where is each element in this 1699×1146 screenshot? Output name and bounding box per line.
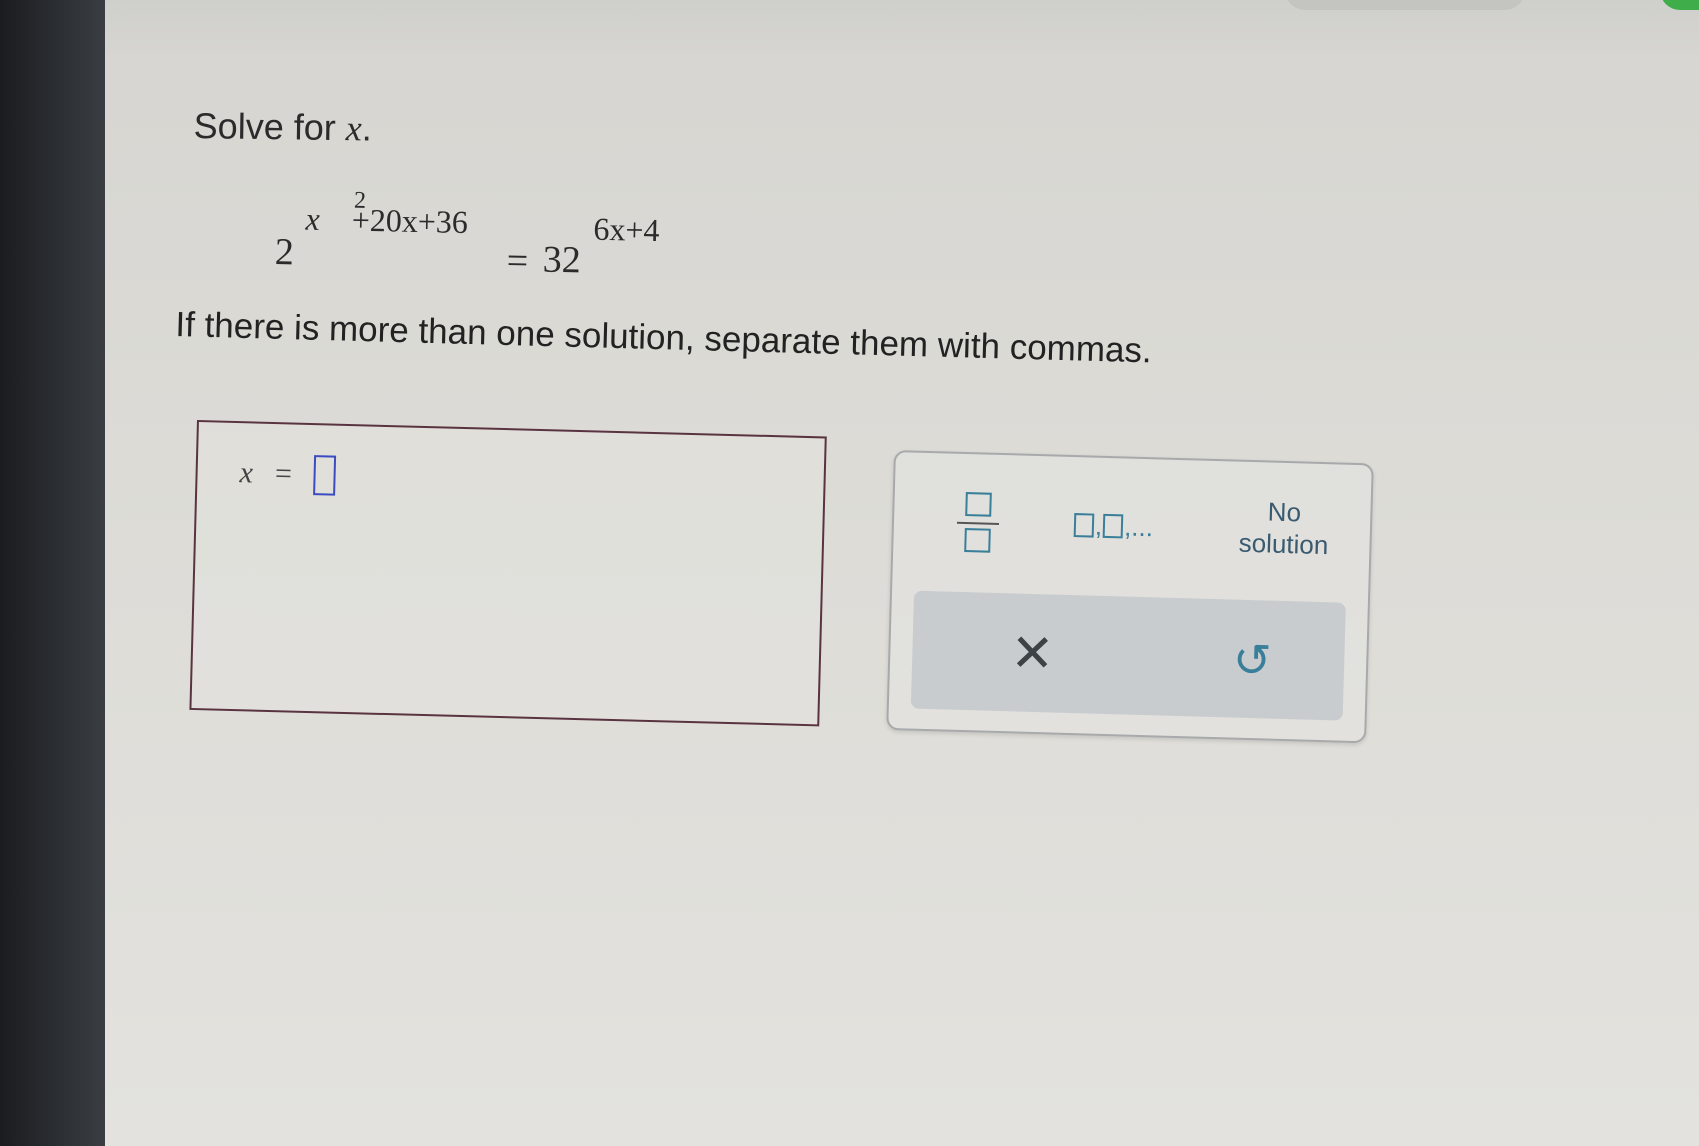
equation: 2 x 2 +20x+36 = 32 6x+4 [274, 188, 696, 299]
answer-line: x = [239, 453, 337, 496]
fraction-button[interactable] [953, 492, 1005, 573]
top-bar [105, 0, 1699, 55]
clear-button[interactable]: ✕ [991, 613, 1073, 695]
prompt-period: . [361, 107, 373, 149]
equation-left-exponent-rest: +20x+36 [351, 201, 469, 241]
fraction-bar-icon [956, 521, 1000, 525]
list-box-icon [1073, 513, 1095, 538]
screen: Solve for x. 2 x 2 +20x+36 = 32 6x+4 If … [0, 0, 1699, 1146]
answer-input[interactable] [313, 455, 337, 496]
list-ellipsis: ,... [1123, 511, 1154, 543]
prompt-text: Solve for [193, 105, 347, 149]
equation-left-exponent-var: x [305, 200, 321, 237]
equation-right-base: 32 [542, 238, 582, 282]
answer-area[interactable]: x = [189, 420, 827, 727]
answer-variable: x [239, 456, 254, 490]
answer-equals: = [274, 457, 293, 491]
monitor-bezel [0, 0, 105, 1146]
keypad-action-bar: ✕ ↺ [910, 590, 1346, 721]
no-solution-button[interactable]: No solution [1228, 491, 1340, 564]
fraction-denominator-icon [964, 528, 991, 553]
instruction-text: If there is more than one solution, sepa… [174, 305, 1153, 371]
comma-list-icon: , ,... [1073, 511, 1185, 543]
fraction-numerator-icon [965, 492, 992, 517]
equation-left-exponent-square: 2 [353, 187, 367, 214]
comma-list-button[interactable]: , ,... [1073, 505, 1184, 548]
equation-right-exponent: 6x+4 [593, 210, 660, 249]
no-solution-label-line2: solution [1238, 527, 1329, 561]
top-gray-button[interactable] [1285, 0, 1525, 10]
undo-button[interactable]: ↺ [1211, 619, 1293, 701]
top-green-button[interactable] [1660, 0, 1699, 10]
no-solution-label-line1: No [1267, 496, 1302, 528]
close-icon: ✕ [1009, 623, 1055, 685]
math-keypad: , ,... No solution ✕ ↺ [886, 450, 1374, 744]
undo-icon: ↺ [1232, 632, 1273, 688]
equation-left-exponent: x 2 +20x+36 [305, 188, 469, 241]
equation-equals: = [506, 239, 529, 283]
list-box-icon [1102, 513, 1124, 539]
prompt-variable: x [345, 108, 363, 149]
equation-left-base: 2 [274, 230, 295, 274]
problem-prompt: Solve for x. [193, 105, 372, 149]
